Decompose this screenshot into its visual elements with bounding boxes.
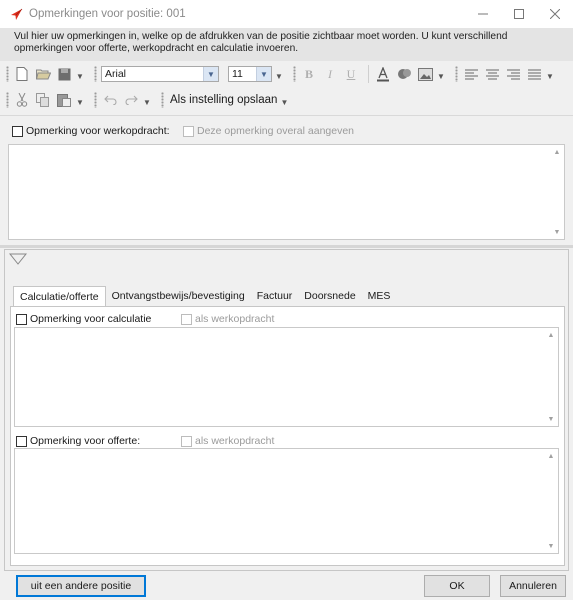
tab-doorsnede[interactable]: Doorsnede [298, 286, 361, 306]
scroll-down-icon[interactable]: ▼ [544, 540, 558, 552]
align-left-icon[interactable] [462, 65, 480, 83]
font-size-select[interactable]: 11 ▼ [228, 66, 272, 82]
scroll-up-icon[interactable]: ▲ [544, 329, 558, 341]
toolbar-grip[interactable] [94, 92, 97, 108]
toolbar-grip[interactable] [94, 66, 97, 82]
calc-textarea[interactable]: ▲ ▼ [14, 327, 559, 427]
font-color-icon[interactable] [374, 65, 392, 83]
align-justify-icon[interactable] [525, 65, 543, 83]
history-dropdown-icon[interactable]: ▼ [143, 91, 151, 109]
close-button[interactable] [537, 0, 573, 28]
save-setting-dropdown-icon[interactable]: ▼ [280, 91, 288, 109]
insert-image-icon[interactable] [416, 65, 434, 83]
cancel-button[interactable]: Annuleren [500, 575, 566, 597]
toolbar-grip[interactable] [6, 92, 9, 108]
tab-calculatie-offerte[interactable]: Calculatie/offerte [13, 286, 106, 307]
calc-scrollbar[interactable]: ▲ ▼ [544, 328, 558, 426]
toolbar-grip[interactable] [161, 92, 164, 108]
save-dropdown-icon[interactable]: ▼ [76, 65, 84, 83]
save-as-setting-button[interactable]: Als instelling opslaan [170, 94, 277, 106]
offer-checkbox[interactable] [16, 435, 27, 447]
align-center-icon[interactable] [483, 65, 501, 83]
calc-as-work-label: als werkopdracht [195, 313, 275, 325]
title-bar: Opmerkingen voor positie: 001 [0, 0, 573, 28]
new-document-icon[interactable] [13, 65, 31, 83]
calc-label: Opmerking voor calculatie [30, 313, 152, 325]
toolbar-grip[interactable] [455, 66, 458, 82]
work-order-checkbox-row[interactable]: Opmerking voor werkopdracht: [12, 125, 170, 137]
font-name-value: Arial [105, 68, 127, 80]
work-order-scrollbar[interactable]: ▲ ▼ [550, 145, 564, 239]
scroll-down-icon[interactable]: ▼ [544, 413, 558, 425]
underline-button[interactable]: U [342, 65, 360, 83]
undo-icon[interactable] [101, 91, 119, 109]
insert-dropdown-icon[interactable]: ▼ [437, 65, 445, 83]
show-everywhere-checkbox-row[interactable]: Deze opmerking overal aangeven [183, 125, 354, 137]
toolbar-grip[interactable] [293, 66, 296, 82]
minimize-button[interactable] [465, 0, 501, 28]
ok-button[interactable]: OK [424, 575, 490, 597]
toolbar-separator [368, 65, 369, 83]
scroll-up-icon[interactable]: ▲ [544, 450, 558, 462]
paste-icon[interactable] [55, 91, 73, 109]
tab-ontvangstbewijs[interactable]: Ontvangstbewijs/bevestiging [106, 286, 251, 306]
tab-factuur[interactable]: Factuur [251, 286, 299, 306]
remarks-tabs: Calculatie/offerte Ontvangstbewijs/beves… [13, 286, 397, 307]
align-right-icon[interactable] [504, 65, 522, 83]
show-everywhere-checkbox[interactable] [183, 125, 194, 137]
work-order-label: Opmerking voor werkopdracht: [26, 125, 170, 137]
window-title: Opmerkingen voor positie: 001 [29, 8, 186, 20]
work-order-checkbox[interactable] [12, 125, 23, 137]
formatting-toolbar: ▼ Arial ▼ 11 ▼ ▼ B I U ▼ ▼ ▼ ▼ Als inste… [0, 61, 573, 116]
info-text: Vul hier uw opmerkingen in, welke op de … [0, 28, 573, 61]
maximize-button[interactable] [501, 0, 537, 28]
splitter[interactable] [0, 245, 573, 248]
chevron-down-icon[interactable]: ▼ [256, 67, 271, 81]
font-size-value: 11 [232, 68, 243, 80]
offer-checkbox-row[interactable]: Opmerking voor offerte: [16, 435, 140, 447]
calc-as-work-checkbox[interactable] [181, 313, 192, 325]
bold-button[interactable]: B [300, 65, 318, 83]
offer-as-work-checkbox[interactable] [181, 435, 192, 447]
offer-as-work-label: als werkopdracht [195, 435, 275, 447]
offer-as-work-row[interactable]: als werkopdracht [181, 435, 274, 447]
align-dropdown-icon[interactable]: ▼ [546, 65, 554, 83]
from-other-position-button[interactable]: uit een andere positie [16, 575, 146, 597]
dialog-button-bar: uit een andere positie OK Annuleren [0, 571, 573, 600]
offer-scrollbar[interactable]: ▲ ▼ [544, 449, 558, 553]
offer-textarea[interactable]: ▲ ▼ [14, 448, 559, 554]
toolbar-grip[interactable] [6, 66, 9, 82]
chevron-down-icon[interactable]: ▼ [203, 67, 218, 81]
font-dropdown-icon[interactable]: ▼ [275, 65, 283, 83]
open-folder-icon[interactable] [34, 65, 52, 83]
tab-mes[interactable]: MES [362, 286, 397, 306]
italic-button[interactable]: I [321, 65, 339, 83]
calc-as-work-row[interactable]: als werkopdracht [181, 313, 274, 325]
scroll-down-icon[interactable]: ▼ [550, 226, 564, 238]
offer-label: Opmerking voor offerte: [30, 435, 141, 447]
collapse-triangle-icon[interactable] [8, 253, 28, 268]
work-order-textarea[interactable]: ▲ ▼ [8, 144, 565, 240]
redo-icon[interactable] [122, 91, 140, 109]
highlight-color-icon[interactable] [395, 65, 413, 83]
show-everywhere-label: Deze opmerking overal aangeven [197, 125, 355, 137]
font-name-select[interactable]: Arial ▼ [101, 66, 219, 82]
app-icon [9, 7, 23, 21]
copy-icon[interactable] [34, 91, 52, 109]
calc-checkbox-row[interactable]: Opmerking voor calculatie [16, 313, 151, 325]
scroll-up-icon[interactable]: ▲ [550, 146, 564, 158]
save-icon[interactable] [55, 65, 73, 83]
calc-checkbox[interactable] [16, 313, 27, 325]
cut-icon[interactable] [13, 91, 31, 109]
paste-dropdown-icon[interactable]: ▼ [76, 91, 84, 109]
